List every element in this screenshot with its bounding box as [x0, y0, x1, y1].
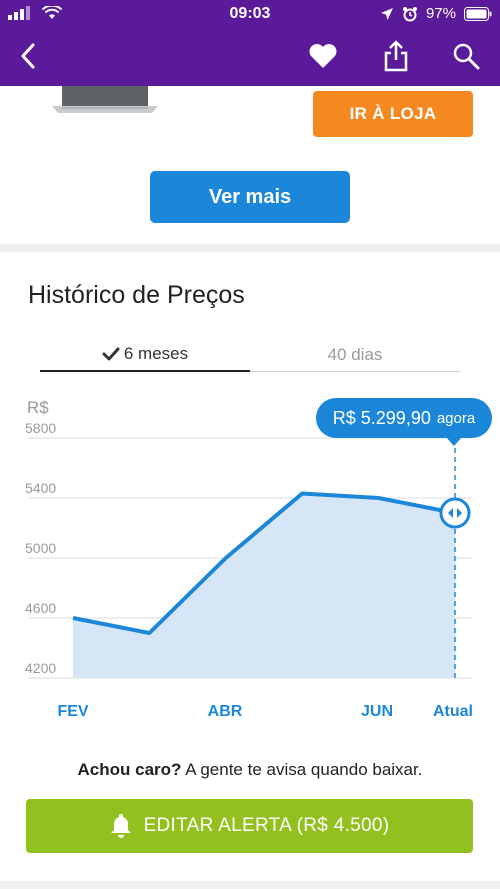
tab-40-days[interactable]: 40 dias — [250, 338, 460, 372]
y-axis-label: R$ — [27, 398, 49, 417]
search-button[interactable] — [446, 36, 486, 76]
y-tick-label: 5400 — [25, 480, 56, 496]
edit-alert-button[interactable]: EDITAR ALERTA (R$ 4.500) — [26, 799, 473, 853]
alert-question: Achou caro? — [77, 760, 182, 779]
tab-label: 6 meses — [123, 344, 189, 363]
x-tick-label: ABR — [208, 703, 243, 720]
edit-alert-label: EDITAR ALERTA (R$ 4.500) — [143, 815, 390, 836]
alarm-icon — [402, 6, 417, 21]
period-tabs: 6 meses 40 dias — [40, 338, 460, 372]
search-icon — [453, 43, 480, 70]
alert-description: A gente te avisa quando baixar. — [181, 760, 423, 779]
page-content: IR À LOJA Ver mais Histórico de Preços 6… — [0, 86, 500, 889]
price-alert-prompt: Achou caro? A gente te avisa quando baix… — [0, 760, 500, 780]
location-icon — [380, 7, 393, 20]
heart-icon — [309, 44, 337, 68]
y-tick-labels: 4200 4600 5000 5400 5800 — [25, 420, 56, 676]
y-tick-label: 4200 — [25, 660, 56, 676]
x-tick-label: FEV — [57, 703, 88, 720]
x-tick-label: Atual — [433, 703, 473, 720]
see-more-button[interactable]: Ver mais — [150, 171, 350, 223]
price-area — [73, 493, 455, 678]
bell-icon — [110, 814, 131, 838]
chart-drag-handle[interactable] — [439, 497, 471, 529]
current-price-tooltip: R$ 5.299,90 agora — [316, 398, 492, 446]
x-tick-labels: FEV ABR JUN Atual — [57, 703, 473, 720]
back-button[interactable] — [8, 36, 48, 76]
battery-percentage: 97% — [425, 5, 456, 22]
back-icon — [21, 43, 35, 69]
y-tick-label: 4600 — [25, 600, 56, 616]
section-divider — [0, 244, 500, 252]
x-tick-label: JUN — [361, 703, 393, 720]
product-laptop-image[interactable] — [52, 86, 158, 114]
price-history-title: Histórico de Preços — [28, 281, 245, 309]
drag-handle-circle[interactable] — [439, 497, 471, 529]
bottom-divider — [0, 881, 500, 889]
y-tick-label: 5800 — [25, 420, 56, 436]
battery-icon — [464, 6, 492, 21]
share-button[interactable] — [376, 36, 416, 76]
share-icon — [384, 40, 408, 72]
favorite-button[interactable] — [303, 36, 343, 76]
go-to-store-button[interactable]: IR À LOJA — [313, 91, 473, 137]
tab-6-months[interactable]: 6 meses — [40, 338, 250, 372]
top-navbar — [0, 28, 500, 86]
tab-label: 40 dias — [327, 344, 383, 364]
current-price-suffix: agora — [436, 409, 476, 427]
y-tick-label: 5000 — [25, 540, 56, 556]
current-price-value: R$ 5.299,90 — [332, 407, 431, 428]
check-icon — [102, 347, 120, 361]
status-bar: 09:03 97% — [0, 0, 500, 28]
status-right: 97% — [380, 5, 492, 22]
